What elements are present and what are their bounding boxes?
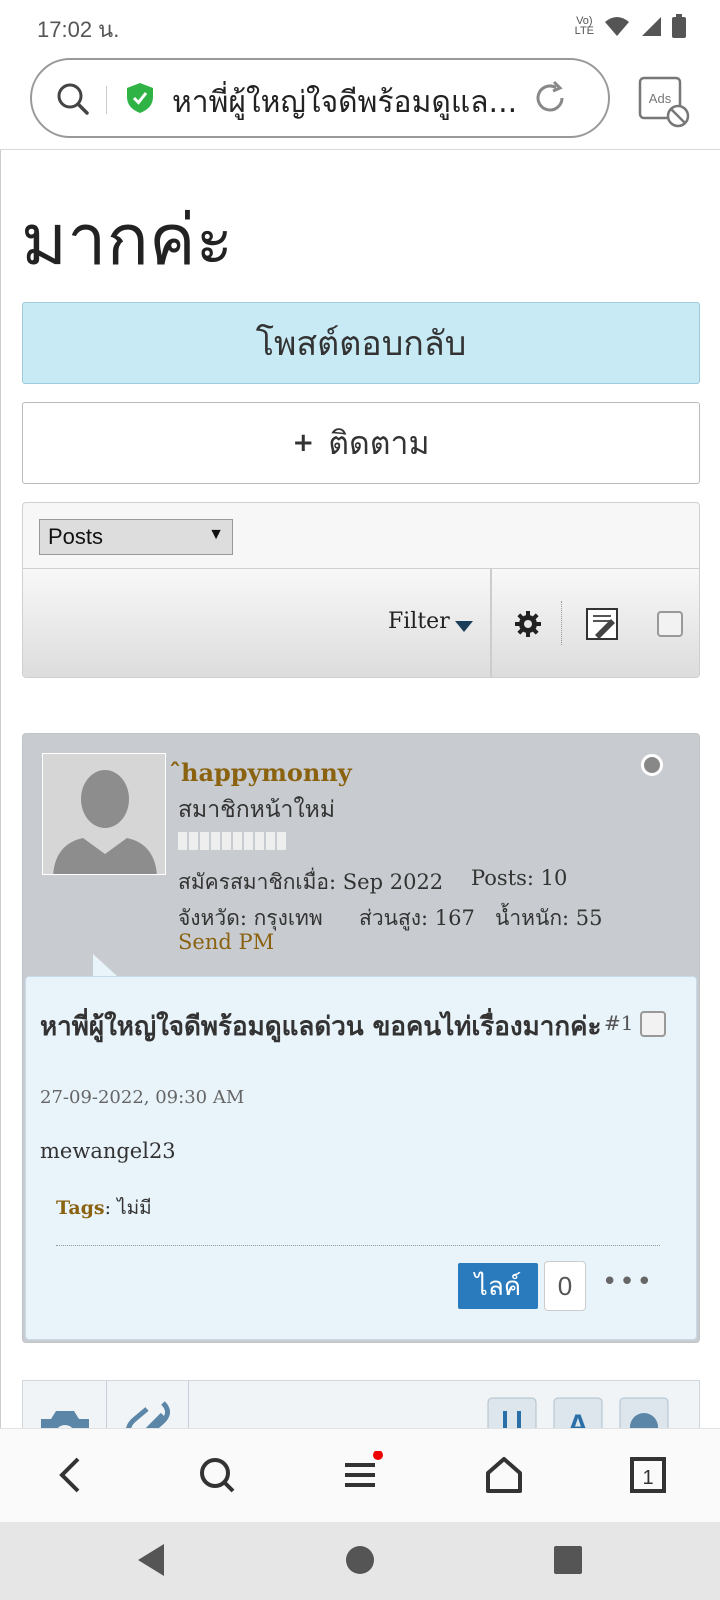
weight: น้ำหนัก: 55	[495, 906, 603, 930]
svg-text:Ads: Ads	[649, 91, 672, 106]
send-pm-link[interactable]: Send PM	[178, 930, 274, 954]
post-reply-button[interactable]: โพสต์ตอบกลับ	[22, 302, 700, 384]
bubble-pointer	[93, 954, 117, 976]
post-card: ˆhappymonny สมาชิกหน้าใหม่ สมัครสมาชิกเม…	[22, 733, 700, 1343]
address-separator	[106, 86, 107, 114]
user-title: สมาชิกหน้าใหม่	[178, 797, 336, 823]
search-icon[interactable]	[193, 1451, 241, 1499]
follow-button[interactable]: + ติดตาม	[22, 402, 700, 484]
post-select-checkbox[interactable]	[640, 1011, 666, 1037]
svg-text:A: A	[567, 1409, 589, 1428]
toolbar-dotted-separator	[561, 601, 562, 645]
post-tags: Tags: ไม่มี	[56, 1193, 152, 1223]
toolbar-row: Filter	[23, 568, 699, 677]
emoji-icon[interactable]	[619, 1397, 669, 1428]
filter-chevron-icon[interactable]	[455, 621, 473, 632]
svg-text:1: 1	[642, 1467, 653, 1489]
toolbar-divider	[490, 569, 492, 677]
view-select-value: Posts	[48, 524, 104, 549]
tabs-icon[interactable]: 1	[624, 1451, 672, 1499]
volte-icon: Vo) LTE	[574, 15, 594, 37]
avatar[interactable]	[42, 753, 166, 875]
page-title-in-address[interactable]: หาพี่ผู้ใหญ่ใจดีพร้อมดูแล...	[172, 79, 532, 126]
back-icon[interactable]	[48, 1451, 96, 1499]
view-select[interactable]: Posts ▼	[39, 519, 233, 555]
height: ส่วนสูง: 167	[359, 906, 475, 930]
system-nav-bar	[0, 1522, 720, 1600]
browser-toolbar: หาพี่ผู้ใหญ่ใจดีพร้อมดูแล... Ads	[0, 54, 720, 150]
dropdown-arrow-icon: ▼	[208, 526, 224, 543]
filter-button[interactable]: Filter	[388, 609, 450, 634]
attach-icon[interactable]	[487, 1397, 537, 1428]
reply-editor-toolbar: A	[22, 1380, 700, 1428]
post-body: หาพี่ผู้ใหญ่ใจดีพร้อมดูแลด่วน ขอคนไท่เรื…	[25, 976, 697, 1340]
system-back-icon[interactable]	[132, 1540, 172, 1580]
system-recents-icon[interactable]	[548, 1540, 588, 1580]
select-all-checkbox[interactable]	[657, 611, 683, 637]
font-color-icon[interactable]: A	[553, 1397, 603, 1428]
link-icon	[126, 1401, 170, 1428]
reload-icon[interactable]	[532, 80, 568, 116]
gear-icon[interactable]	[513, 609, 543, 639]
post-divider	[56, 1245, 660, 1246]
signal-icon	[642, 17, 661, 36]
menu-icon[interactable]	[337, 1451, 385, 1499]
tags-value: : ไม่มี	[104, 1197, 152, 1219]
post-title: หาพี่ผู้ใหญ่ใจดีพร้อมดูแลด่วน ขอคนไท่เรื…	[40, 1012, 602, 1042]
post-text: mewangel23	[40, 1139, 176, 1163]
edit-icon[interactable]	[585, 607, 619, 641]
battery-icon	[672, 14, 686, 38]
search-icon[interactable]	[56, 82, 90, 116]
browser-bottom-nav: 1	[0, 1428, 720, 1522]
status-time: 17:02 น.	[37, 17, 120, 42]
camera-button[interactable]	[23, 1381, 107, 1428]
home-icon[interactable]	[480, 1451, 528, 1499]
status-bar: 17:02 น. Vo) LTE	[0, 0, 720, 54]
page-content: มากค่ะ โพสต์ตอบกลับ + ติดตาม Posts ▼ Fil…	[0, 150, 720, 1428]
plus-icon: +	[292, 428, 315, 458]
like-button[interactable]: ไลค์	[458, 1263, 538, 1309]
more-options-icon[interactable]: •••	[602, 1267, 654, 1297]
post-reply-label: โพสต์ตอบกลับ	[255, 324, 467, 364]
thread-toolbar: Posts ▼ Filter	[22, 502, 700, 678]
online-status-icon	[641, 754, 663, 776]
reputation-bar	[178, 832, 286, 850]
link-button[interactable]	[107, 1381, 189, 1428]
follow-label: ติดตาม	[328, 423, 430, 462]
post-date: 27-09-2022, 09:30 AM	[40, 1087, 245, 1108]
camera-icon	[41, 1411, 89, 1428]
like-count: 0	[544, 1261, 586, 1311]
status-icons: Vo) LTE	[575, 14, 686, 38]
tags-label: Tags	[56, 1197, 105, 1219]
system-home-icon[interactable]	[340, 1540, 380, 1580]
shield-icon	[127, 83, 153, 113]
wifi-icon	[605, 17, 629, 36]
ads-block-icon[interactable]: Ads	[636, 74, 692, 130]
address-bar[interactable]: หาพี่ผู้ใหญ่ใจดีพร้อมดูแล...	[30, 58, 610, 138]
thread-title-fragment: มากค่ะ	[21, 199, 234, 281]
join-date: สมัครสมาชิกเมื่อ: Sep 2022	[178, 870, 444, 894]
post-count: Posts: 10	[471, 866, 568, 890]
avatar-placeholder-icon	[43, 754, 165, 874]
post-username[interactable]: ˆhappymonny	[169, 758, 352, 787]
post-number[interactable]: #1	[604, 1011, 633, 1035]
